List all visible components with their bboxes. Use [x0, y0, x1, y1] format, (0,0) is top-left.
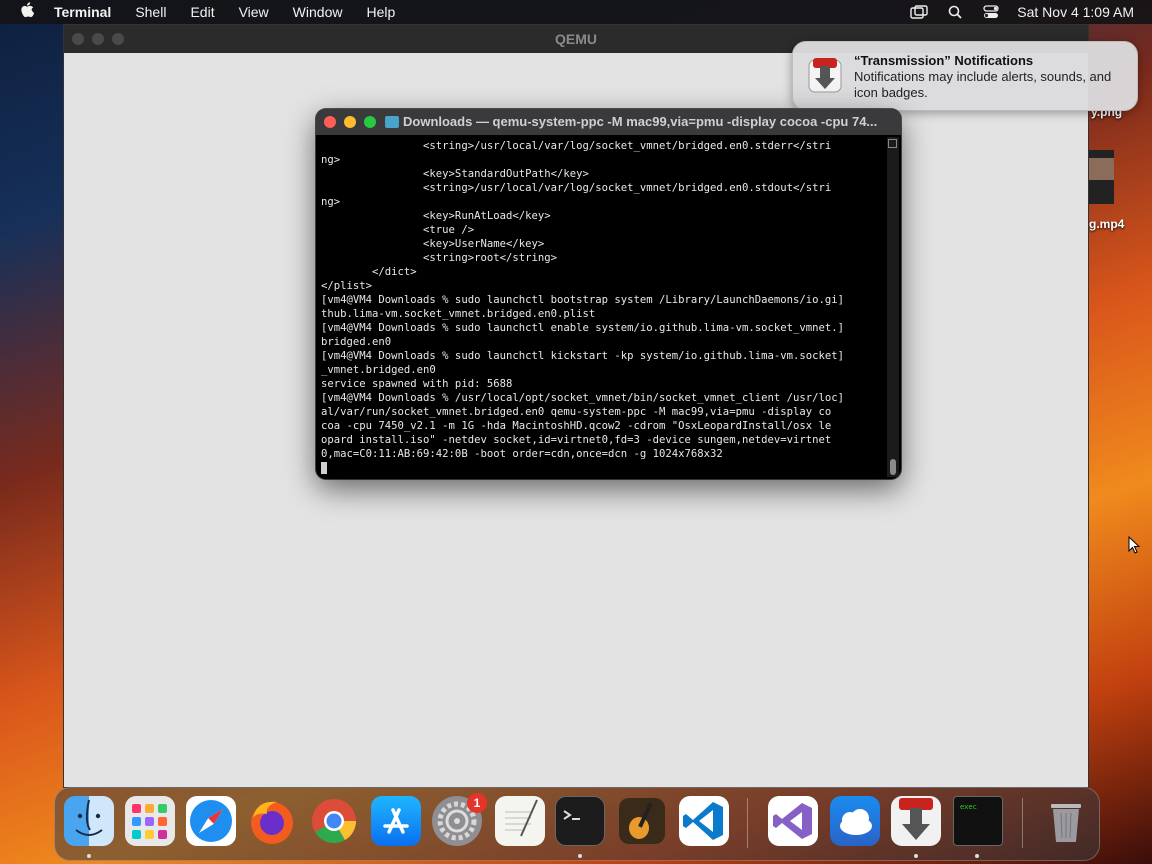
- dock: 1 exec: [54, 787, 1100, 861]
- terminal-line: <string>/usr/local/var/log/socket_vmnet/…: [321, 182, 832, 194]
- terminal-line: al/var/run/socket_vmnet.bridged.en0 qemu…: [321, 406, 832, 418]
- menu-help[interactable]: Help: [354, 4, 407, 20]
- terminal-line: <key>StandardOutPath</key>: [321, 168, 589, 180]
- terminal-line: [vm4@VM4 Downloads % sudo launchctl enab…: [321, 322, 844, 334]
- menu-clock[interactable]: Sat Nov 4 1:09 AM: [1017, 4, 1134, 20]
- scrollbar-thumb[interactable]: [890, 459, 896, 475]
- minimize-button[interactable]: [92, 33, 104, 45]
- transmission-app-icon[interactable]: [891, 796, 941, 846]
- terminal-output[interactable]: <string>/usr/local/var/log/socket_vmnet/…: [321, 139, 886, 475]
- transmission-icon: [807, 56, 843, 94]
- zoom-button[interactable]: [112, 33, 124, 45]
- terminal-app-icon[interactable]: [555, 796, 605, 846]
- terminal-line: <key>RunAtLoad</key>: [321, 210, 551, 222]
- close-button[interactable]: [72, 33, 84, 45]
- terminal-line: thub.lima-vm.socket_vmnet.bridged.en0.pl…: [321, 308, 596, 320]
- chrome-icon[interactable]: [309, 796, 359, 846]
- desktop-file-label[interactable]: g.mp4: [1089, 217, 1124, 231]
- close-button[interactable]: [324, 116, 336, 128]
- notification-body: Notifications may include alerts, sounds…: [854, 69, 1112, 100]
- terminal-window-title: Downloads — qemu-system-ppc -M mac99,via…: [403, 114, 878, 129]
- menu-bar: Terminal Shell Edit View Window Help Sat…: [0, 0, 1152, 24]
- terminal-line: <string>root</string>: [321, 252, 557, 264]
- weather-icon[interactable]: [830, 796, 880, 846]
- safari-icon[interactable]: [186, 796, 236, 846]
- terminal-line: <key>UserName</key>: [321, 238, 545, 250]
- launchpad-icon[interactable]: [125, 796, 175, 846]
- terminal-line: </dict>: [321, 266, 417, 278]
- notification-banner[interactable]: “Transmission” Notifications Notificatio…: [792, 41, 1138, 111]
- folder-icon: [385, 116, 399, 128]
- app-store-icon[interactable]: [371, 796, 421, 846]
- terminal-prompt-line: [321, 461, 886, 475]
- running-indicator: [914, 854, 918, 858]
- menu-edit[interactable]: Edit: [178, 4, 226, 20]
- dock-separator: [1022, 798, 1023, 848]
- mouse-pointer-icon: [1128, 535, 1142, 559]
- terminal-line: _vmnet.bridged.en0: [321, 364, 436, 376]
- scrollbar-toggle[interactable]: [888, 139, 897, 148]
- terminal-line: <string>/usr/local/var/log/socket_vmnet/…: [321, 140, 832, 152]
- terminal-line: coa -cpu 7450_v2.1 -m 1G -hda MacintoshH…: [321, 420, 832, 432]
- dock-separator: [747, 798, 748, 848]
- terminal-line: bridged.en0: [321, 336, 392, 348]
- visual-studio-icon[interactable]: [768, 796, 818, 846]
- terminal-scrollbar[interactable]: [887, 137, 899, 477]
- terminal-line: [vm4@VM4 Downloads % sudo launchctl boot…: [321, 294, 844, 306]
- running-indicator: [87, 854, 91, 858]
- terminal-line: [vm4@VM4 Downloads % /usr/local/opt/sock…: [321, 392, 844, 404]
- terminal-titlebar[interactable]: Downloads — qemu-system-ppc -M mac99,via…: [316, 109, 901, 135]
- zoom-button[interactable]: [364, 116, 376, 128]
- terminal-line: 0,mac=C0:11:AB:69:42:0B -boot order=cdn,…: [321, 448, 723, 460]
- text-cursor: [321, 462, 327, 474]
- menu-window[interactable]: Window: [281, 4, 355, 20]
- apple-menu-icon[interactable]: [0, 2, 54, 22]
- textedit-icon[interactable]: [495, 796, 545, 846]
- terminal-line: opard install.iso" -netdev socket,id=vir…: [321, 434, 832, 446]
- terminal-line: ng>: [321, 196, 341, 208]
- terminal-line: </plist>: [321, 280, 373, 292]
- svg-text:exec: exec: [960, 803, 977, 811]
- running-indicator: [578, 854, 582, 858]
- menu-shell[interactable]: Shell: [123, 4, 178, 20]
- finder-icon[interactable]: [64, 796, 114, 846]
- running-indicator: [975, 854, 979, 858]
- screen-mirroring-icon[interactable]: [909, 4, 929, 20]
- garageband-icon[interactable]: [617, 796, 667, 846]
- menu-view[interactable]: View: [227, 4, 281, 20]
- terminal-line: ng>: [321, 154, 341, 166]
- qemu-window-title: QEMU: [555, 31, 597, 47]
- notification-badge: 1: [467, 793, 487, 813]
- notification-title: “Transmission” Notifications: [854, 53, 1034, 68]
- terminal-line: service spawned with pid: 5688: [321, 378, 513, 390]
- terminal-window[interactable]: Downloads — qemu-system-ppc -M mac99,via…: [316, 109, 901, 479]
- minimize-button[interactable]: [344, 116, 356, 128]
- terminal-line: <true />: [321, 224, 475, 236]
- control-center-icon[interactable]: [981, 4, 1001, 20]
- vscode-icon[interactable]: [679, 796, 729, 846]
- trash-icon[interactable]: [1041, 796, 1091, 846]
- menu-app-name[interactable]: Terminal: [54, 4, 123, 20]
- terminal-line: [vm4@VM4 Downloads % sudo launchctl kick…: [321, 350, 844, 362]
- spotlight-search-icon[interactable]: [945, 4, 965, 20]
- firefox-icon[interactable]: [247, 796, 297, 846]
- exec-file-icon[interactable]: exec: [953, 796, 1003, 846]
- desktop-video-thumbnail[interactable]: [1088, 150, 1114, 204]
